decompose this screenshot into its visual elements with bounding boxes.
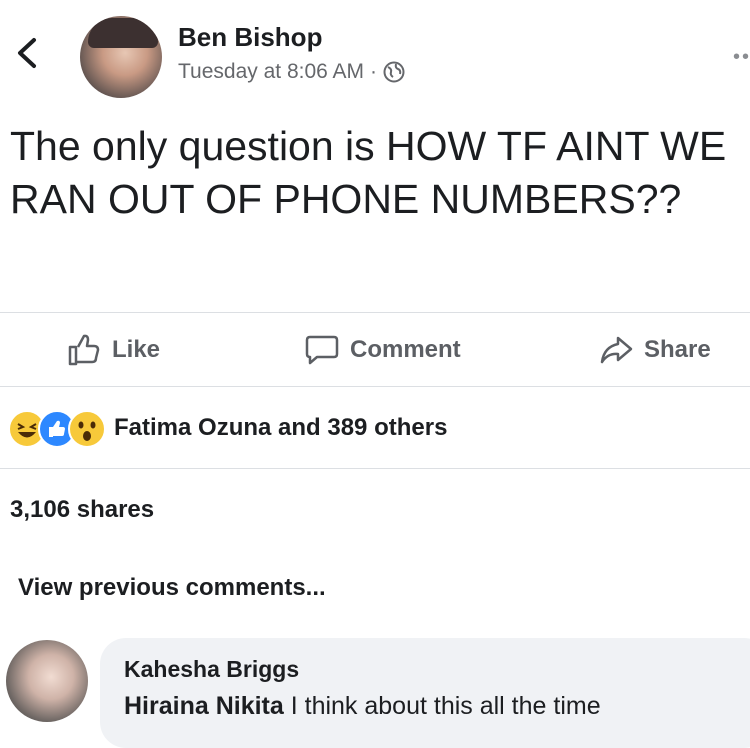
post-timestamp[interactable]: Tuesday at 8:06 AM xyxy=(178,60,364,84)
divider xyxy=(0,468,750,469)
share-button[interactable]: Share xyxy=(598,332,711,368)
post-meta: Tuesday at 8:06 AM · xyxy=(178,60,405,84)
more-options-icon[interactable]: •• xyxy=(733,46,750,69)
share-icon xyxy=(600,336,633,364)
view-previous-comments-link[interactable]: View previous comments... xyxy=(18,574,326,602)
globe-icon xyxy=(383,61,405,83)
share-count[interactable]: 3,106 shares xyxy=(10,496,154,524)
commenter-name[interactable]: Kahesha Briggs xyxy=(124,656,299,683)
commenter-avatar[interactable] xyxy=(6,640,88,722)
comment-icon xyxy=(305,335,339,365)
like-button[interactable]: Like xyxy=(66,332,160,368)
comment-mention[interactable]: Hiraina Nikita xyxy=(124,692,284,720)
wow-reaction-icon xyxy=(68,410,106,448)
back-arrow-icon[interactable] xyxy=(14,36,40,70)
author-avatar[interactable] xyxy=(80,16,162,98)
reaction-summary[interactable]: Fatima Ozuna and 389 others xyxy=(114,414,447,442)
reaction-icons[interactable] xyxy=(8,410,106,448)
thumbs-up-icon xyxy=(68,334,100,366)
divider xyxy=(0,386,750,387)
divider xyxy=(0,312,750,313)
like-label: Like xyxy=(112,336,161,363)
meta-separator: · xyxy=(370,60,377,83)
author-name[interactable]: Ben Bishop xyxy=(178,22,322,53)
post-text: The only question is HOW TF AINT WE RAN … xyxy=(10,123,727,222)
comment-button[interactable]: Comment xyxy=(304,332,461,368)
comment-label: Comment xyxy=(350,336,461,363)
comment-body: I think about this all the time xyxy=(283,692,601,720)
share-label: Share xyxy=(644,336,711,363)
